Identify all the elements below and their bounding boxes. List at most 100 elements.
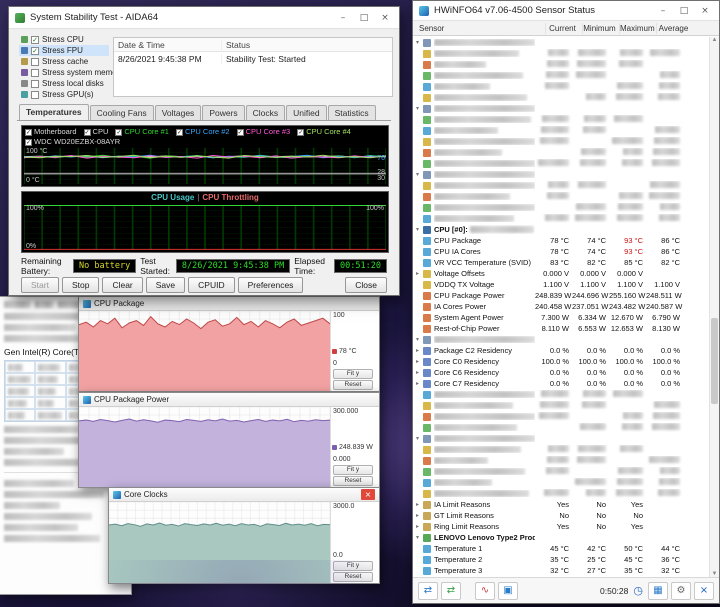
column-header-sensor[interactable]: Sensor — [413, 24, 545, 33]
column-header-average[interactable]: Average — [656, 23, 693, 34]
redacted-text — [8, 412, 25, 419]
stress-option[interactable]: Stress system memory — [19, 67, 109, 78]
stress-option[interactable]: ✓Stress FPU — [19, 45, 109, 56]
sensor-section-header[interactable]: ▾LENOVO Lenovo Type2 Product () — [413, 532, 709, 543]
redacted-text — [616, 93, 643, 100]
legend-checkbox[interactable]: ✓ — [25, 129, 32, 136]
reset-minmax-button[interactable]: ⇄ — [418, 582, 438, 600]
stop-button[interactable]: Stop — [62, 277, 100, 293]
sensor-row[interactable]: ▸Voltage Offsets0.000 V0.000 V0.000 V — [413, 268, 709, 279]
tab-temperatures[interactable]: Temperatures — [19, 104, 89, 120]
clear-button[interactable]: Clear — [102, 277, 142, 293]
tab-statistics[interactable]: Statistics — [328, 105, 376, 120]
sensor-row[interactable]: ▸IA Limit ReasonsYesNoYes — [413, 499, 709, 510]
cpuid-button[interactable]: CPUID — [188, 277, 234, 293]
sensor-row[interactable]: ▸Ring Limit ReasonsYesNoYes — [413, 521, 709, 532]
tab-powers[interactable]: Powers — [202, 105, 244, 120]
column-header-current[interactable]: Current — [545, 23, 582, 34]
fit-y-button[interactable]: Fit y — [333, 561, 373, 571]
close-button[interactable]: × — [377, 13, 393, 23]
preferences-button[interactable]: Preferences — [238, 277, 304, 293]
legend-checkbox[interactable]: ✓ — [176, 129, 183, 136]
tab-unified[interactable]: Unified — [286, 105, 326, 120]
close-sensors-button[interactable]: × — [694, 582, 714, 600]
sensor-row[interactable]: IA Cores Power240.458 W237.051 W243.482 … — [413, 301, 709, 312]
stress-option[interactable]: Stress cache — [19, 56, 109, 67]
minimize-button[interactable]: – — [335, 13, 351, 23]
sensor-row[interactable]: ▸Core C6 Residency0.0 %0.0 %0.0 %0.0 % — [413, 367, 709, 378]
minimize-button[interactable]: – — [655, 6, 671, 16]
tab-cooling-fans[interactable]: Cooling Fans — [90, 105, 154, 120]
column-header-maximum[interactable]: Maximum — [619, 23, 656, 34]
stress-checkbox[interactable] — [31, 91, 39, 99]
sensor-row[interactable]: System Agent Power7.300 W6.334 W12.670 W… — [413, 312, 709, 323]
scrollbar-thumb[interactable] — [711, 318, 718, 404]
save-button[interactable]: Save — [146, 277, 185, 293]
graph-titlebar[interactable]: CPU Package — [79, 297, 379, 311]
stress-checkbox[interactable]: ✓ — [31, 47, 39, 55]
sensor-row[interactable]: Temperature 235 °C25 °C45 °C36 °C — [413, 554, 709, 565]
sensor-row[interactable]: ▸Core C7 Residency0.0 %0.0 %0.0 %0.0 % — [413, 378, 709, 389]
graph-titlebar[interactable]: CPU Package Power — [79, 393, 379, 407]
column-header-datetime[interactable]: Date & Time — [114, 40, 222, 50]
sensor-row[interactable]: CPU IA Cores78 °C74 °C93 °C86 °C — [413, 246, 709, 257]
settings-button[interactable]: ⚙ — [671, 582, 691, 600]
sensor-row[interactable]: Temperature 332 °C27 °C35 °C32 °C — [413, 565, 709, 576]
sensor-row[interactable]: CPU Package Power248.839 W244.696 W255.1… — [413, 290, 709, 301]
reset-button[interactable]: Reset — [333, 380, 373, 390]
stress-option[interactable]: ✓Stress CPU — [19, 34, 109, 45]
stress-checkbox[interactable] — [31, 80, 39, 88]
legend-checkbox[interactable]: ✓ — [297, 129, 304, 136]
sensor-icon — [423, 215, 431, 223]
sensor-section-header[interactable]: ▾CPU [#0]: — [413, 224, 709, 235]
sensor-row[interactable]: ▸Core C0 Residency100.0 %100.0 %100.0 %1… — [413, 356, 709, 367]
redacted-sensor-value — [572, 214, 609, 223]
legend-checkbox[interactable]: ✓ — [237, 129, 244, 136]
column-header-status[interactable]: Status — [222, 40, 254, 50]
legend-checkbox[interactable]: ✓ — [115, 129, 122, 136]
legend-checkbox[interactable]: ✓ — [25, 139, 32, 146]
sensor-row[interactable]: VR VCC Temperature (SVID)83 °C82 °C85 °C… — [413, 257, 709, 268]
hwinfo-titlebar[interactable]: HWiNFO64 v7.06-4500 Sensor Status – □ × — [413, 1, 719, 21]
maximize-button[interactable]: □ — [676, 6, 692, 16]
sensor-row[interactable]: ▸Package C2 Residency0.0 %0.0 %0.0 %0.0 … — [413, 345, 709, 356]
close-icon[interactable]: × — [361, 489, 375, 500]
scroll-up-icon[interactable]: ▲ — [710, 37, 719, 43]
tab-clocks[interactable]: Clocks — [246, 105, 286, 120]
legend-checkbox[interactable]: ✓ — [84, 129, 91, 136]
reset-button[interactable]: Reset — [333, 476, 373, 486]
sensor-row[interactable]: VDDQ TX Voltage1.100 V1.100 V1.100 V1.10… — [413, 279, 709, 290]
expand-icon: ▸ — [416, 358, 423, 365]
sensor-row-redacted — [413, 48, 709, 59]
logging-button[interactable]: ⇄ — [441, 582, 461, 600]
fit-y-button[interactable]: Fit y — [333, 465, 373, 475]
sensor-row[interactable]: CPU Package78 °C74 °C93 °C86 °C — [413, 235, 709, 246]
sensor-value: 74 °C — [572, 236, 609, 245]
sensor-scrollbar[interactable]: ▲ ▼ — [709, 37, 719, 577]
graph-titlebar[interactable]: Core Clocks × — [109, 488, 379, 502]
system-tray-button[interactable]: ▣ — [498, 582, 518, 600]
stress-checkbox[interactable] — [31, 69, 39, 77]
stress-option[interactable]: Stress local disks — [19, 78, 109, 89]
stress-option[interactable]: Stress GPU(s) — [19, 89, 109, 100]
start-button[interactable]: Start — [21, 277, 59, 293]
sensor-row-redacted — [413, 92, 709, 103]
reset-button[interactable]: Reset — [333, 572, 373, 582]
report-button[interactable]: ▦ — [648, 582, 668, 600]
fit-y-button[interactable]: Fit y — [333, 369, 373, 379]
maximize-button[interactable]: □ — [356, 13, 372, 23]
tab-voltages[interactable]: Voltages — [155, 105, 202, 120]
close-test-button[interactable]: Close — [345, 277, 387, 293]
close-button[interactable]: × — [697, 6, 713, 16]
stress-checkbox[interactable]: ✓ — [31, 36, 39, 44]
cpu-package-chart — [79, 311, 331, 391]
sensor-row[interactable]: ▸GT Limit ReasonsNoNoNo — [413, 510, 709, 521]
redacted-text — [538, 159, 569, 166]
sensor-row[interactable]: Temperature 145 °C42 °C50 °C44 °C — [413, 543, 709, 554]
stress-checkbox[interactable] — [31, 58, 39, 66]
sensor-row[interactable]: Rest-of-Chip Power8.110 W6.553 W12.653 W… — [413, 323, 709, 334]
graph-button[interactable]: ∿ — [475, 582, 495, 600]
aida64-titlebar[interactable]: System Stability Test - AIDA64 – □ × — [9, 7, 399, 29]
table-row[interactable]: 8/26/2021 9:45:38 PM Stability Test: Sta… — [114, 52, 392, 66]
column-header-minimum[interactable]: Minimum — [582, 23, 619, 34]
